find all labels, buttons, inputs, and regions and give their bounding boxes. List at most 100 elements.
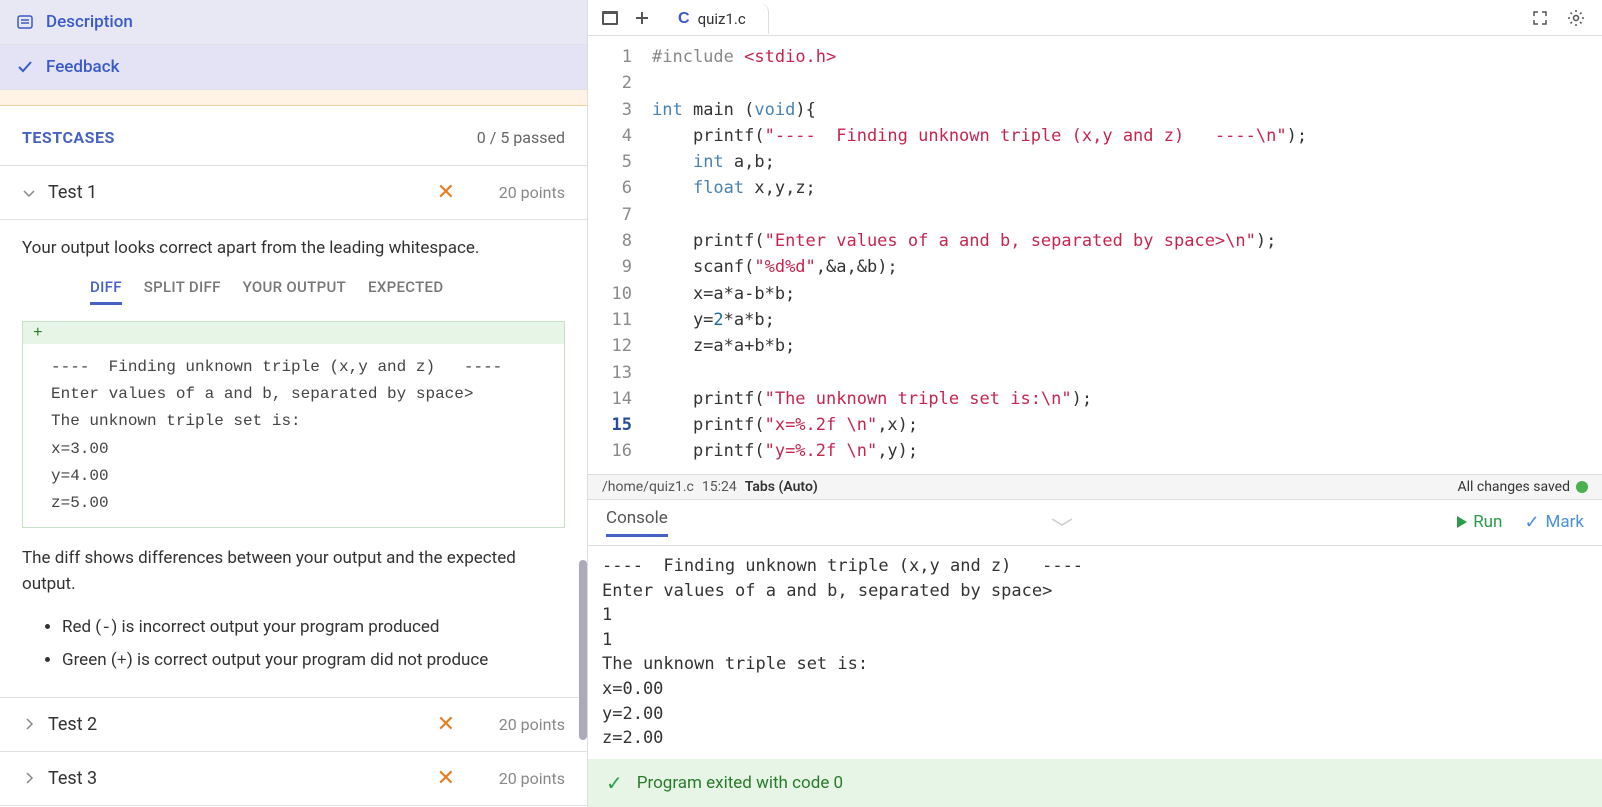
editor-toolbar: C quiz1.c [588,0,1602,36]
line-number: 15 [588,412,632,438]
mark-button[interactable]: ✓ Mark [1524,512,1584,533]
line-number: 5 [588,149,632,175]
run-button[interactable]: Run [1457,512,1502,532]
test-name: Test 2 [48,714,427,735]
saved-label: All changes saved [1457,479,1570,495]
subtab-expected[interactable]: EXPECTED [368,278,443,305]
app-root: Description Feedback TESTCASES 0 / 5 pas… [0,0,1602,807]
panel-icon[interactable] [596,4,624,32]
line-number: 3 [588,97,632,123]
line-number: 8 [588,228,632,254]
plus-icon[interactable] [628,4,656,32]
diff-bullet: Green (+) is correct output your program… [62,646,565,677]
saved-dot-icon [1576,481,1588,493]
subtab-splitdiff[interactable]: SPLIT DIFF [144,278,221,305]
exit-status-bar: ✓ Program exited with code 0 [588,759,1602,807]
toolbar-left [588,4,664,32]
code-area[interactable]: #include <stdio.h>int main (void){ print… [642,36,1602,474]
code-editor[interactable]: 12345678910111213141516 #include <stdio.… [588,36,1602,475]
testcases-title: TESTCASES [22,128,115,147]
test-points: 20 points [485,715,565,734]
line-number: 1 [588,44,632,70]
code-line: printf("---- Finding unknown triple (x,y… [652,123,1602,149]
line-number: 9 [588,254,632,280]
fail-icon: ✕ [437,712,455,737]
test-row-1[interactable]: Test 1 ✕ 20 points [0,166,587,220]
code-line: int a,b; [652,149,1602,175]
test-name: Test 1 [48,182,427,203]
c-file-icon: C [678,10,690,28]
code-line: int main (void){ [652,97,1602,123]
description-icon [16,13,34,31]
chevron-down-icon [22,186,38,200]
fail-icon: ✕ [437,180,455,205]
line-gutter: 12345678910111213141516 [588,36,642,474]
line-number: 12 [588,333,632,359]
code-line [652,70,1602,96]
diff-bullet: Red (-) is incorrect output your program… [62,613,565,644]
chevron-right-icon [22,717,38,731]
status-cursor-pos: 15:24 [702,479,737,495]
test-points: 20 points [485,769,565,788]
tab-description[interactable]: Description [0,0,587,45]
feedback-content: TESTCASES 0 / 5 passed Test 1 ✕ 20 point… [0,90,587,807]
diff-body: ---- Finding unknown triple (x,y and z) … [23,344,564,527]
console-actions: Run ✓ Mark [1457,512,1584,533]
code-line [652,202,1602,228]
line-number: 4 [588,123,632,149]
code-line: printf("Enter values of a and b, separat… [652,228,1602,254]
tab-description-label: Description [46,12,133,32]
file-name: quiz1.c [698,10,746,28]
test-name: Test 3 [48,768,427,789]
code-line [652,360,1602,386]
chevron-down-icon[interactable] [1048,515,1076,529]
play-icon [1457,516,1467,528]
diff-box: + ---- Finding unknown triple (x,y and z… [22,321,565,528]
fail-icon: ✕ [437,766,455,791]
line-number: 16 [588,438,632,464]
left-panel: Description Feedback TESTCASES 0 / 5 pas… [0,0,588,807]
subtab-youroutput[interactable]: YOUR OUTPUT [243,278,346,305]
code-line: printf("x=%.2f \n",x); [652,412,1602,438]
check-icon: ✓ [1524,512,1539,533]
right-panel: C quiz1.c 12345678910111213141516 #inclu… [588,0,1602,807]
code-line: y=2*a*b; [652,307,1602,333]
subtab-diff[interactable]: DIFF [90,278,122,305]
file-tab[interactable]: C quiz1.c [664,4,769,34]
scrollbar-thumb[interactable] [579,560,587,740]
code-line: printf("y=%.2f \n",y); [652,438,1602,464]
test-row-3[interactable]: Test 3 ✕ 20 points [0,752,587,806]
tab-feedback-label: Feedback [46,57,119,77]
line-number: 10 [588,281,632,307]
status-bar: /home/quiz1.c 15:24 Tabs (Auto) All chan… [588,475,1602,500]
mark-label: Mark [1546,512,1584,532]
check-icon [16,58,34,76]
tab-feedback[interactable]: Feedback [0,45,587,90]
diff-bullets: Red (-) is incorrect output your program… [22,613,565,677]
testcases-header: TESTCASES 0 / 5 passed [0,106,587,166]
run-label: Run [1473,512,1502,532]
diff-plus-row: + [23,322,564,344]
test-message: Your output looks correct apart from the… [22,238,565,258]
line-number: 14 [588,386,632,412]
line-number: 11 [588,307,632,333]
line-number: 2 [588,70,632,96]
test-points: 20 points [485,183,565,202]
test-row-2[interactable]: Test 2 ✕ 20 points [0,697,587,752]
gear-icon[interactable] [1562,4,1590,32]
diff-subtabs: DIFF SPLIT DIFF YOUR OUTPUT EXPECTED [22,278,565,305]
console-output: ---- Finding unknown triple (x,y and z) … [588,546,1602,759]
console-header: Console Run ✓ Mark [588,500,1602,546]
exit-message: Program exited with code 0 [637,773,843,793]
code-line: float x,y,z; [652,175,1602,201]
fullscreen-icon[interactable] [1526,4,1554,32]
line-number: 6 [588,175,632,201]
line-number: 13 [588,360,632,386]
status-path: /home/quiz1.c [602,479,694,495]
test-detail-1: Your output looks correct apart from the… [0,220,587,697]
banner-remnant [0,90,587,106]
status-tabs[interactable]: Tabs (Auto) [745,479,818,495]
code-line: x=a*a-b*b; [652,281,1602,307]
console-tab[interactable]: Console [606,508,668,537]
diff-explain: The diff shows differences between your … [22,546,565,597]
